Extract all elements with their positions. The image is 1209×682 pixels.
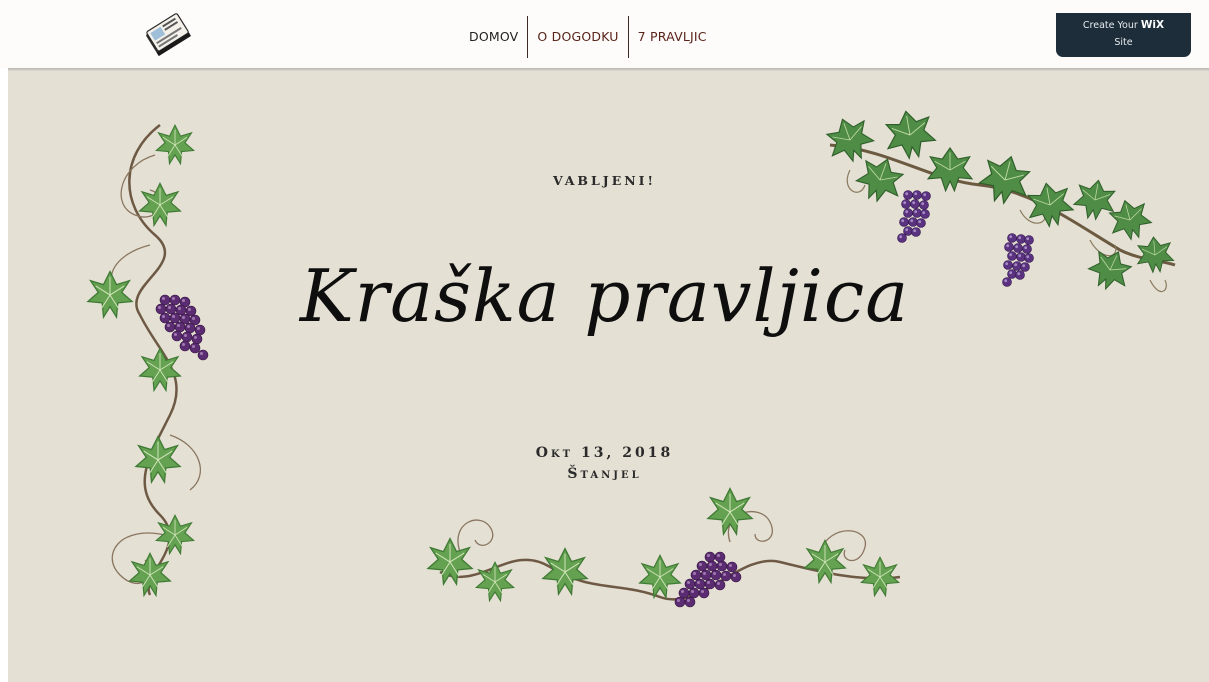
hero-kicker: VABLJENI! — [553, 173, 656, 188]
grape-vine-left-icon — [87, 124, 209, 597]
main-nav: DOMOV O DOGODKU 7 PRAVLJIC — [460, 16, 716, 58]
page-title: Kraška pravljica — [299, 254, 910, 338]
wix-banner-line2: Site — [1114, 37, 1133, 48]
event-date: Okt 13, 2018 — [535, 445, 674, 461]
wix-brand: WiX — [1140, 19, 1165, 31]
nav-item-domov[interactable]: DOMOV — [460, 16, 527, 58]
book-logo-icon[interactable] — [140, 10, 196, 60]
create-wix-site-button[interactable]: Create Your WiX Site — [1056, 13, 1191, 57]
wix-banner-prefix: Create Your — [1082, 20, 1138, 31]
wix-banner-line1: Create Your WiX — [1056, 17, 1191, 34]
nav-item-o-dogodku[interactable]: O DOGODKU — [528, 16, 627, 58]
grape-vine-bottom-icon — [427, 487, 901, 608]
event-location: Štanjel — [567, 466, 642, 482]
nav-item-7-pravljic[interactable]: 7 PRAVLJIC — [629, 16, 716, 58]
